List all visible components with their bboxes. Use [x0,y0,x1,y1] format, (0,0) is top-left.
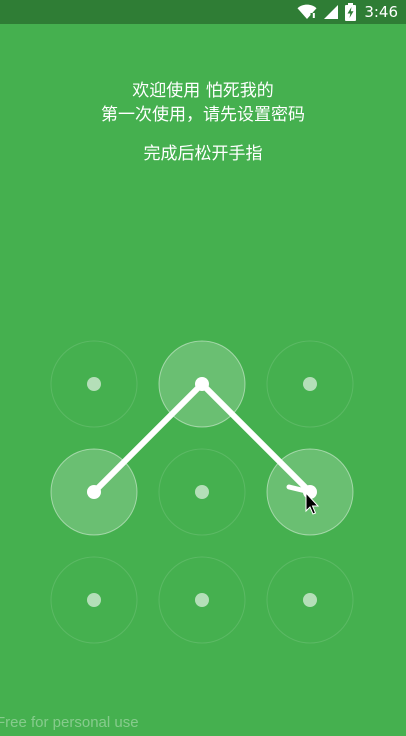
pattern-dot-9[interactable] [266,556,354,644]
pattern-dot-1[interactable] [50,340,138,428]
pattern-dot-5[interactable] [158,448,246,536]
pattern-dot-8[interactable] [158,556,246,644]
pattern-dot-3[interactable] [266,340,354,428]
watermark-text: Free for personal use [0,714,139,731]
pattern-dot-7[interactable] [50,556,138,644]
pattern-lock[interactable] [0,0,406,736]
